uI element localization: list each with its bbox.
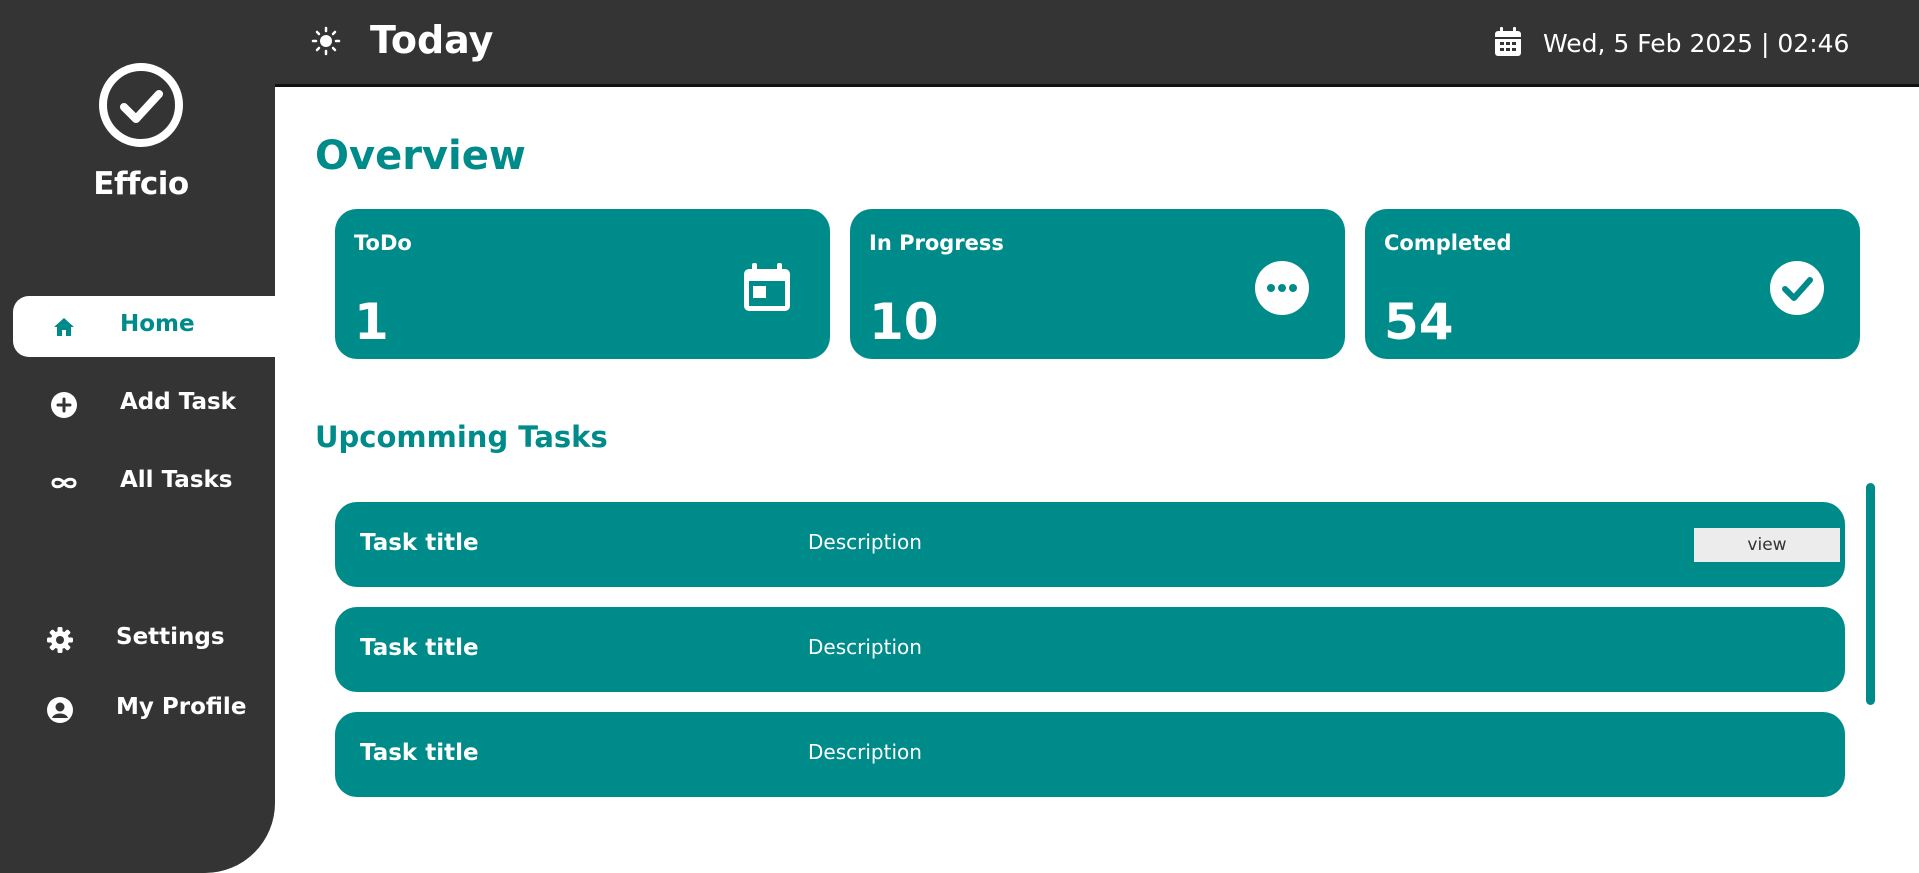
stat-value: 54 — [1384, 293, 1454, 351]
calendar-icon — [1495, 27, 1521, 56]
stat-value: 10 — [869, 293, 939, 351]
home-icon — [54, 318, 74, 336]
sidebar-item-label: All Tasks — [120, 467, 233, 493]
stat-label: Completed — [1384, 231, 1512, 255]
infinity-icon — [51, 477, 77, 489]
sidebar-item-label: Add Task — [120, 389, 236, 415]
sidebar-item-label: My Profile — [116, 694, 247, 720]
upcoming-tasks-heading: Upcomming Tasks — [315, 420, 608, 454]
sidebar-item-add-task[interactable]: Add Task — [13, 374, 275, 435]
ellipsis-circle-icon — [1255, 261, 1309, 315]
current-datetime: Wed, 5 Feb 2025 | 02:46 — [1543, 29, 1850, 58]
stat-card-in-progress[interactable]: In Progress 10 — [850, 209, 1345, 359]
sun-icon — [311, 26, 341, 56]
view-task-button[interactable]: view — [1694, 528, 1840, 562]
task-title: Task title — [360, 635, 479, 661]
stat-value: 1 — [354, 293, 389, 351]
sidebar-item-settings[interactable]: Settings — [13, 609, 275, 670]
calendar-icon — [744, 263, 790, 311]
stat-card-todo[interactable]: ToDo 1 — [335, 209, 830, 359]
top-bar: Today Wed, 5 Feb 2025 | 02:46 — [275, 0, 1919, 87]
task-row[interactable]: Task title Description — [335, 712, 1845, 797]
brand-name: Effcio — [93, 166, 189, 202]
stat-label: In Progress — [869, 231, 1004, 255]
sidebar: Effcio Home Add Task All Tasks Settings … — [0, 0, 275, 873]
task-description: Description — [808, 530, 922, 554]
task-title: Task title — [360, 740, 479, 766]
tasks-scrollbar[interactable] — [1866, 483, 1875, 705]
sidebar-item-my-profile[interactable]: My Profile — [13, 679, 275, 740]
plus-circle-icon — [51, 392, 77, 418]
sidebar-item-label: Home — [120, 311, 195, 337]
user-circle-icon — [47, 697, 73, 723]
task-title: Task title — [360, 530, 479, 556]
sidebar-item-all-tasks[interactable]: All Tasks — [13, 452, 275, 513]
task-row[interactable]: Task title Description view — [335, 502, 1845, 587]
stat-label: ToDo — [354, 231, 412, 255]
stat-card-completed[interactable]: Completed 54 — [1365, 209, 1860, 359]
task-description: Description — [808, 635, 922, 659]
overview-heading: Overview — [315, 133, 526, 179]
task-description: Description — [808, 740, 922, 764]
gear-icon — [47, 627, 73, 653]
sidebar-item-home[interactable]: Home — [13, 296, 275, 357]
check-circle-icon — [1770, 261, 1824, 315]
sidebar-item-label: Settings — [116, 624, 225, 650]
task-row[interactable]: Task title Description — [335, 607, 1845, 692]
check-circle-logo-icon — [99, 63, 183, 147]
page-title: Today — [370, 18, 494, 62]
